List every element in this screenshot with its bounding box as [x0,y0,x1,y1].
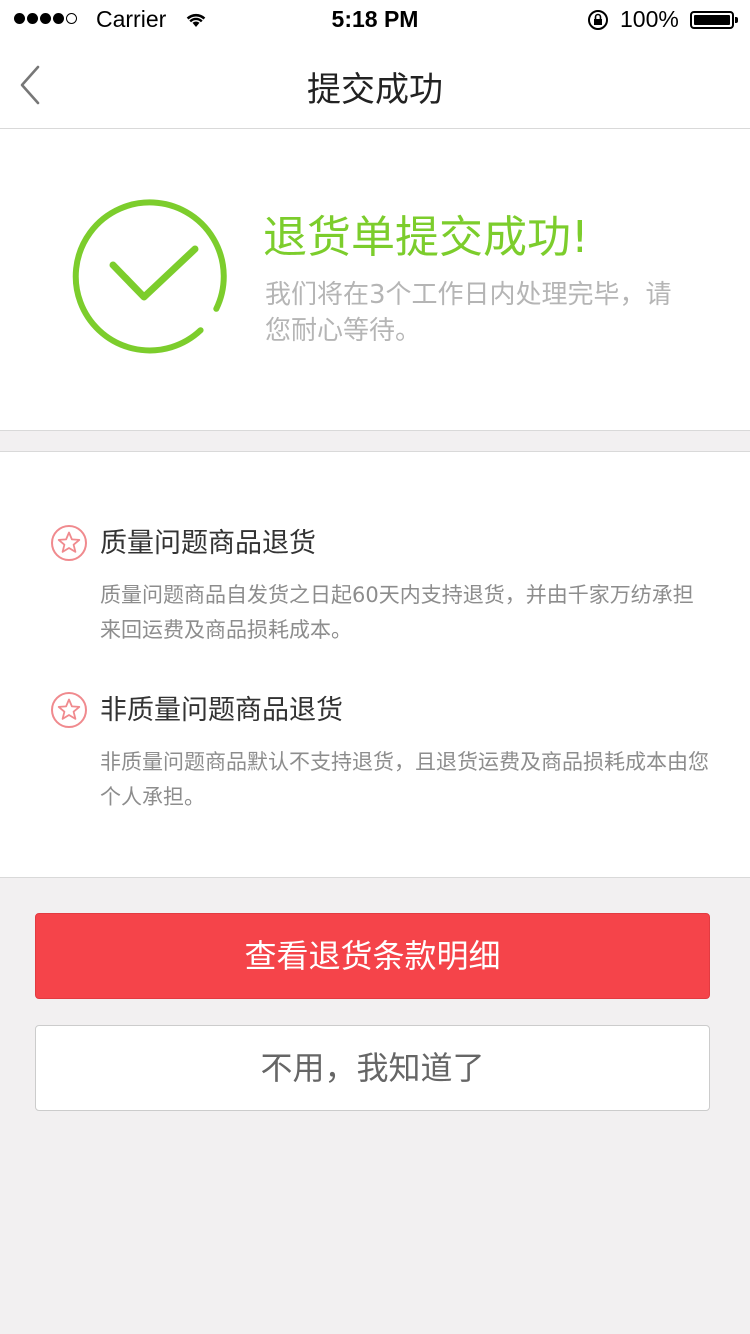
success-description: 我们将在3个工作日内处理完毕，请您耐心等待。 [265,280,672,346]
success-check-icon [72,199,227,354]
policy-item-description: 非质量问题商品默认不支持退货，且退货运费及商品损耗成本由您个人承担。 [100,750,709,809]
return-policy-panel: 质量问题商品退货 质量问题商品自发货之日起60天内支持退货，并由千家万纺承担来回… [0,451,750,878]
policy-item-description: 质量问题商品自发货之日起60天内支持退货，并由千家万纺承担来回运费及商品损耗成本… [100,583,694,642]
page-title: 提交成功 [307,70,443,110]
policy-item-title: 质量问题商品退货 [100,528,316,559]
navigation-bar: 提交成功 [0,40,750,129]
star-icon [51,525,87,561]
status-bar: Carrier 5:18 PM 100% [0,0,750,40]
success-panel: 退货单提交成功! 我们将在3个工作日内处理完毕，请您耐心等待。 [0,129,750,431]
dismiss-button[interactable]: 不用，我知道了 [35,1025,710,1111]
star-icon [51,692,87,728]
view-return-terms-button[interactable]: 查看退货条款明细 [35,913,710,999]
policy-item-title: 非质量问题商品退货 [100,695,343,726]
battery-icon [690,11,738,29]
battery-percentage: 100% [620,6,679,32]
rotation-lock-icon [588,10,608,30]
success-title: 退货单提交成功! [263,212,589,263]
